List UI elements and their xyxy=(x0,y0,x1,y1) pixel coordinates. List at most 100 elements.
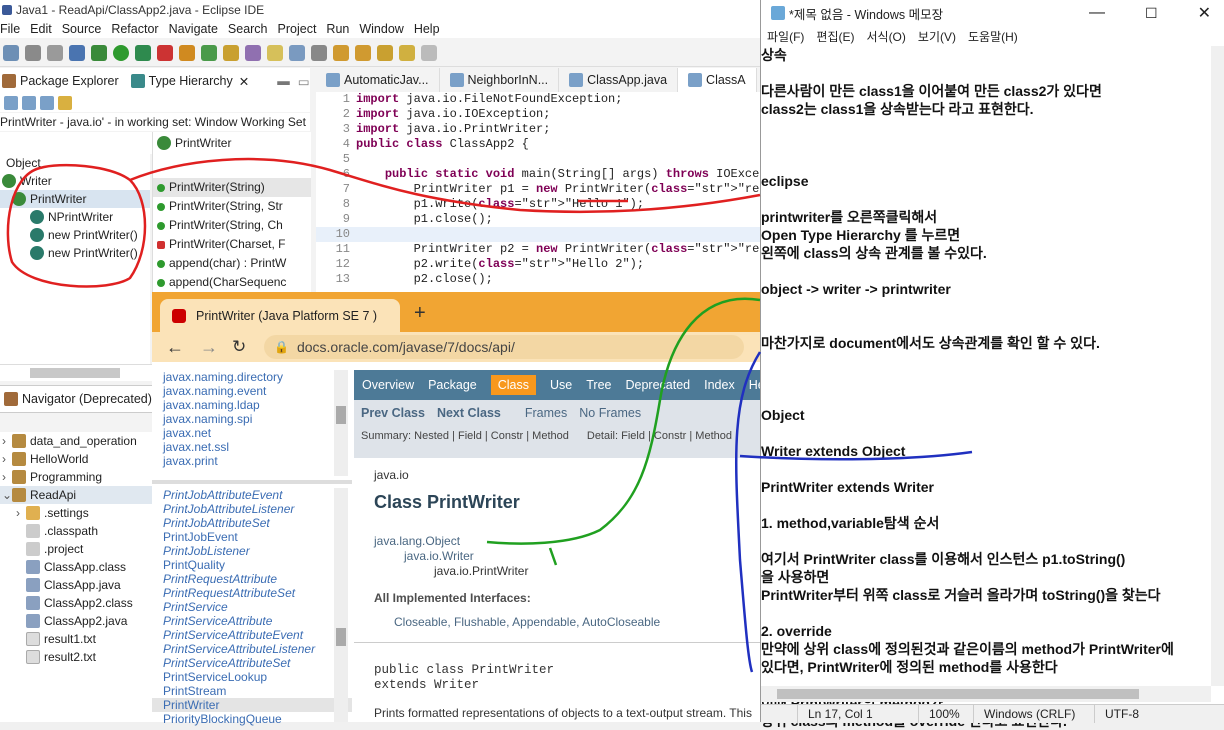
nav-index[interactable]: Index xyxy=(704,378,735,392)
tab-package-explorer[interactable]: Package Explorer xyxy=(20,74,119,88)
show-supertype-icon[interactable] xyxy=(22,96,36,110)
package-link[interactable]: javax.naming.ldap xyxy=(152,398,352,412)
nav-use[interactable]: Use xyxy=(550,378,572,392)
menu-help[interactable]: 도움말(H) xyxy=(968,28,1018,45)
maximize-icon[interactable]: ☐ xyxy=(1145,5,1158,22)
member-item[interactable]: PrintWriter(String) xyxy=(153,178,311,197)
open-type-icon[interactable] xyxy=(223,45,239,61)
class-link[interactable]: PrintJobAttributeEvent xyxy=(152,488,352,502)
reload-icon[interactable]: ↻ xyxy=(232,337,246,357)
last-edit-icon[interactable] xyxy=(377,45,393,61)
minimize-icon[interactable]: ▬ xyxy=(277,74,290,88)
expand-icon[interactable]: › xyxy=(16,504,26,522)
debug-icon[interactable] xyxy=(91,45,107,61)
nav-class-active[interactable]: Class xyxy=(490,375,537,395)
expand-icon[interactable]: › xyxy=(2,450,12,468)
prev-class-link[interactable]: Prev Class xyxy=(361,406,425,420)
history-icon[interactable] xyxy=(58,96,72,110)
summary-links[interactable]: Summary: Nested | Field | Constr | Metho… xyxy=(361,430,569,442)
external-tools-icon[interactable] xyxy=(157,45,173,61)
class-link[interactable]: PriorityBlockingQueue xyxy=(152,712,352,726)
tree-item-anonymous-2[interactable]: new PrintWriter() xyxy=(0,244,150,262)
package-link[interactable]: javax.naming.spi xyxy=(152,412,352,426)
nav-project[interactable]: › Programming xyxy=(0,468,152,486)
new-icon[interactable] xyxy=(3,45,19,61)
menu-window[interactable]: Window xyxy=(359,22,403,36)
editor-tab[interactable]: NeighborInN... xyxy=(440,68,560,92)
expand-icon[interactable]: › xyxy=(2,468,12,486)
menu-project[interactable]: Project xyxy=(278,22,317,36)
package-link[interactable]: javax.naming.directory xyxy=(152,370,352,384)
tree-item-anonymous-1[interactable]: new PrintWriter() xyxy=(0,226,150,244)
editor-tab-active[interactable]: ClassA xyxy=(678,68,757,92)
nav-overview[interactable]: Overview xyxy=(362,378,414,392)
nav-file[interactable]: ClassApp2.java xyxy=(0,612,152,630)
frames-link[interactable]: Frames xyxy=(525,406,567,420)
show-whitespace-icon[interactable] xyxy=(311,45,327,61)
menu-format[interactable]: 서식(O) xyxy=(866,28,905,45)
package-link[interactable]: javax.net.ssl xyxy=(152,440,352,454)
nav-file[interactable]: result1.txt xyxy=(0,630,152,648)
scrollbar-thumb[interactable] xyxy=(336,628,346,646)
annotation-icon[interactable] xyxy=(267,45,283,61)
menu-view[interactable]: 보기(V) xyxy=(918,28,956,45)
member-item[interactable]: PrintWriter(Charset, F xyxy=(153,235,311,254)
nav-file[interactable]: .project xyxy=(0,540,152,558)
menu-file[interactable]: File xyxy=(0,22,20,36)
no-frames-link[interactable]: No Frames xyxy=(579,406,641,420)
nav-deprecated[interactable]: Deprecated xyxy=(626,378,691,392)
class-link[interactable]: PrintServiceAttributeListener xyxy=(152,642,352,656)
member-item[interactable]: PrintWriter(String, Ch xyxy=(153,216,311,235)
package-link[interactable]: javax.print xyxy=(152,454,352,468)
scrollbar-thumb[interactable] xyxy=(336,406,346,424)
coverage-icon[interactable] xyxy=(135,45,151,61)
detail-links[interactable]: Detail: Field | Constr | Method xyxy=(587,430,732,442)
package-link[interactable]: javax.net xyxy=(152,426,352,440)
menu-refactor[interactable]: Refactor xyxy=(111,22,158,36)
browser-tab[interactable]: PrintWriter (Java Platform SE 7 ) xyxy=(160,299,400,332)
notepad-text-area[interactable]: 상속 다른사람이 만든 class1을 이어붙여 만든 class2가 있다면 cl… xyxy=(761,46,1211,729)
address-bar[interactable]: 🔒 docs.oracle.com/javase/7/docs/api/ xyxy=(264,335,744,359)
class-link[interactable]: PrintService xyxy=(152,600,352,614)
new-java-project-icon[interactable] xyxy=(179,45,195,61)
code-editor[interactable]: 1 import java.io.FileNotFoundException; 2 i… xyxy=(316,92,846,292)
left-scrollbar[interactable] xyxy=(0,364,152,381)
tree-item-writer[interactable]: Writer xyxy=(0,172,150,190)
new-class-icon[interactable] xyxy=(201,45,217,61)
next-annotation-icon[interactable] xyxy=(333,45,349,61)
editor-tab[interactable]: AutomaticJav... xyxy=(316,68,440,92)
class-link[interactable]: PrintStream xyxy=(152,684,352,698)
menu-edit[interactable]: Edit xyxy=(30,22,52,36)
menu-search[interactable]: Search xyxy=(228,22,268,36)
tab-type-hierarchy[interactable]: Type Hierarchy xyxy=(149,74,233,88)
nav-file[interactable]: .classpath xyxy=(0,522,152,540)
show-subtype-icon[interactable] xyxy=(40,96,54,110)
toggle-mark-icon[interactable] xyxy=(289,45,305,61)
member-item[interactable]: append(char) : PrintW xyxy=(153,254,311,273)
expand-icon[interactable]: › xyxy=(2,432,12,450)
menu-source[interactable]: Source xyxy=(62,22,102,36)
nav-tree[interactable]: Tree xyxy=(586,378,611,392)
class-link[interactable]: PrintRequestAttributeSet xyxy=(152,586,352,600)
back-icon[interactable]: ← xyxy=(166,337,184,358)
minimize-icon[interactable]: — xyxy=(1089,4,1105,22)
save-icon[interactable] xyxy=(25,45,41,61)
scrollbar-thumb[interactable] xyxy=(777,689,1139,699)
nav-project-readapi[interactable]: ⌄ ReadApi xyxy=(0,486,152,504)
class-link[interactable]: PrintServiceLookup xyxy=(152,670,352,684)
hierarchy-writer[interactable]: java.io.Writer xyxy=(404,549,474,563)
run-icon[interactable] xyxy=(113,45,129,61)
nav-file[interactable]: result2.txt xyxy=(0,648,152,666)
class-link[interactable]: PrintJobAttributeListener xyxy=(152,502,352,516)
class-link[interactable]: PrintWriter xyxy=(152,698,352,712)
nav-project[interactable]: › data_and_operation xyxy=(0,432,152,450)
back-icon[interactable] xyxy=(399,45,415,61)
editor-tab[interactable]: ClassApp.java xyxy=(559,68,679,92)
class-link[interactable]: PrintServiceAttribute xyxy=(152,614,352,628)
interfaces-list[interactable]: Closeable, Flushable, Appendable, AutoCl… xyxy=(394,615,660,629)
tree-item-printwriter[interactable]: PrintWriter xyxy=(0,190,150,208)
forward-icon[interactable]: → xyxy=(200,337,218,358)
terminal-icon[interactable] xyxy=(69,45,85,61)
class-link[interactable]: PrintJobEvent xyxy=(152,530,352,544)
close-icon[interactable]: ✕ xyxy=(1198,3,1211,23)
